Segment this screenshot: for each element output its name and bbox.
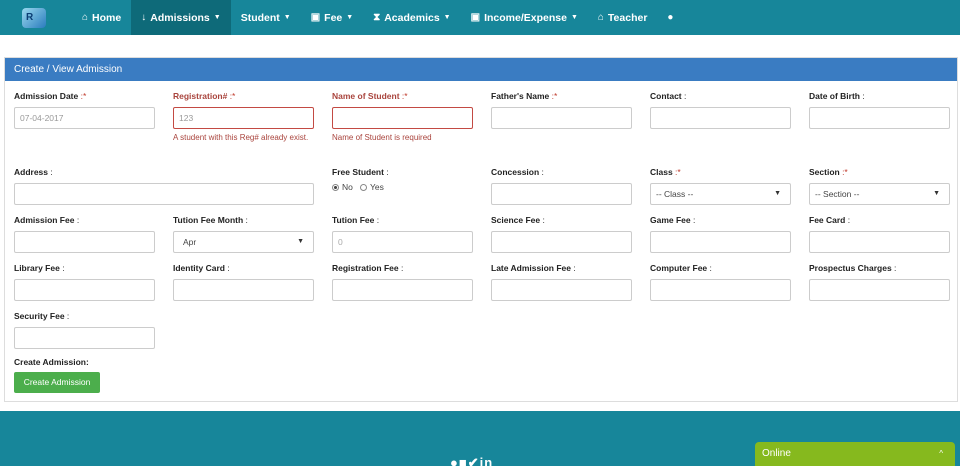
library-fee-field: Library Fee : bbox=[14, 263, 155, 301]
registration-fee-input[interactable] bbox=[332, 279, 473, 301]
nav-admissions[interactable]: ↓ Admissions ▼ bbox=[131, 0, 231, 35]
user-icon: ● bbox=[667, 12, 674, 23]
create-admission-button[interactable]: Create Admission bbox=[14, 372, 100, 393]
github-icon[interactable]: ● bbox=[450, 455, 459, 466]
linkedin-icon[interactable]: in bbox=[480, 455, 494, 466]
dob-field: Date of Birth : bbox=[809, 91, 950, 129]
nav-user[interactable]: ● bbox=[657, 0, 687, 35]
school-logo-icon[interactable]: R bbox=[20, 5, 50, 31]
registration-input[interactable]: 123 bbox=[173, 107, 314, 129]
prospectus-charges-field: Prospectus Charges : bbox=[809, 263, 950, 301]
fee-card-field: Fee Card : bbox=[809, 215, 950, 253]
create-admission-label: Create Admission: bbox=[14, 357, 89, 367]
panel-title: Create / View Admission bbox=[5, 58, 957, 81]
online-chat-widget[interactable]: Online ^ bbox=[755, 442, 955, 466]
concession-input[interactable] bbox=[491, 183, 632, 205]
nav-teacher[interactable]: ⌂ Teacher bbox=[588, 0, 658, 35]
admission-panel: Create / View Admission Admission Date :… bbox=[4, 57, 958, 402]
tution-fee-month-select[interactable]: Apr ▼ bbox=[173, 231, 314, 253]
prospectus-charges-input[interactable] bbox=[809, 279, 950, 301]
registration-fee-field: Registration Fee : bbox=[332, 263, 473, 301]
caret-down-icon: ▼ bbox=[283, 14, 291, 21]
science-fee-field: Science Fee : bbox=[491, 215, 632, 253]
dob-input[interactable] bbox=[809, 107, 950, 129]
computer-fee-field: Computer Fee : bbox=[650, 263, 791, 301]
caret-down-icon: ▼ bbox=[570, 14, 578, 21]
father-name-field: Father's Name :* bbox=[491, 91, 632, 129]
tution-fee-month-field: Tution Fee Month : Apr ▼ bbox=[173, 215, 314, 253]
student-name-field: Name of Student :* Name of Student is re… bbox=[332, 91, 473, 142]
caret-down-icon: ▼ bbox=[213, 14, 221, 21]
library-fee-input[interactable] bbox=[14, 279, 155, 301]
computer-fee-input[interactable] bbox=[650, 279, 791, 301]
section-field: Section :* -- Section -- ▼ bbox=[809, 167, 950, 205]
money-icon: ▣ bbox=[470, 12, 481, 23]
identity-card-input[interactable] bbox=[173, 279, 314, 301]
top-navbar: R ⌂ Home ↓ Admissions ▼ Student ▼ ▣ Fee ▼ ⧗ Aca… bbox=[0, 0, 960, 35]
security-fee-input[interactable] bbox=[14, 327, 155, 349]
free-student-field: Free Student : No Yes bbox=[332, 167, 389, 192]
identity-card-field: Identity Card : bbox=[173, 263, 314, 301]
contact-field: Contact : bbox=[650, 91, 791, 129]
class-select[interactable]: -- Class -- ▼ bbox=[650, 183, 791, 205]
registration-field: Registration# :* 123 A student with this… bbox=[173, 91, 314, 142]
security-fee-field: Security Fee : bbox=[14, 311, 155, 349]
science-fee-input[interactable] bbox=[491, 231, 632, 253]
graduation-cap-icon: ⌂ bbox=[597, 12, 604, 23]
facebook-icon[interactable]: ■ bbox=[459, 455, 468, 466]
address-input[interactable] bbox=[14, 183, 314, 205]
home-icon: ⌂ bbox=[82, 12, 89, 23]
chevron-up-icon[interactable]: ^ bbox=[939, 442, 943, 466]
nav-student[interactable]: Student ▼ bbox=[231, 0, 301, 35]
free-student-yes-radio[interactable] bbox=[359, 184, 367, 191]
admission-fee-input[interactable] bbox=[14, 231, 155, 253]
caret-down-icon: ▼ bbox=[443, 14, 451, 21]
student-name-error: Name of Student is required bbox=[332, 133, 432, 142]
free-student-no-radio[interactable] bbox=[332, 184, 339, 191]
money-icon: ▣ bbox=[310, 12, 321, 23]
student-name-input[interactable] bbox=[332, 107, 473, 129]
admission-fee-field: Admission Fee : bbox=[14, 215, 155, 253]
nav-income-expense[interactable]: ▣ Income/Expense ▼ bbox=[461, 0, 588, 35]
section-select[interactable]: -- Section -- ▼ bbox=[809, 183, 950, 205]
nav-academics[interactable]: ⧗ Academics ▼ bbox=[363, 0, 460, 35]
hourglass-icon: ⧗ bbox=[373, 12, 381, 23]
caret-down-icon: ▼ bbox=[297, 238, 304, 245]
tution-fee-field: Tution Fee : 0 bbox=[332, 215, 473, 253]
caret-down-icon: ▼ bbox=[346, 14, 354, 21]
father-name-input[interactable] bbox=[491, 107, 632, 129]
caret-down-icon: ▼ bbox=[774, 190, 781, 197]
admission-date-input[interactable]: 07-04-2017 bbox=[14, 107, 155, 129]
game-fee-input[interactable] bbox=[650, 231, 791, 253]
registration-error: A student with this Reg# already exist. bbox=[173, 133, 309, 142]
concession-field: Concession : bbox=[491, 167, 632, 205]
class-field: Class :* -- Class -- ▼ bbox=[650, 167, 791, 205]
social-links: ●■✔in bbox=[450, 455, 493, 466]
caret-down-icon: ▼ bbox=[933, 190, 940, 197]
fee-card-input[interactable] bbox=[809, 231, 950, 253]
late-admission-fee-input[interactable] bbox=[491, 279, 632, 301]
download-icon: ↓ bbox=[141, 12, 147, 23]
admission-date-field: Admission Date :* 07-04-2017 bbox=[14, 91, 155, 129]
address-field: Address : bbox=[14, 167, 314, 205]
game-fee-field: Game Fee : bbox=[650, 215, 791, 253]
nav-home[interactable]: ⌂ Home bbox=[72, 0, 131, 35]
late-admission-fee-field: Late Admission Fee : bbox=[491, 263, 632, 301]
nav-fee[interactable]: ▣ Fee ▼ bbox=[301, 0, 363, 35]
tution-fee-input[interactable]: 0 bbox=[332, 231, 473, 253]
contact-input[interactable] bbox=[650, 107, 791, 129]
twitter-icon[interactable]: ✔ bbox=[468, 455, 480, 466]
